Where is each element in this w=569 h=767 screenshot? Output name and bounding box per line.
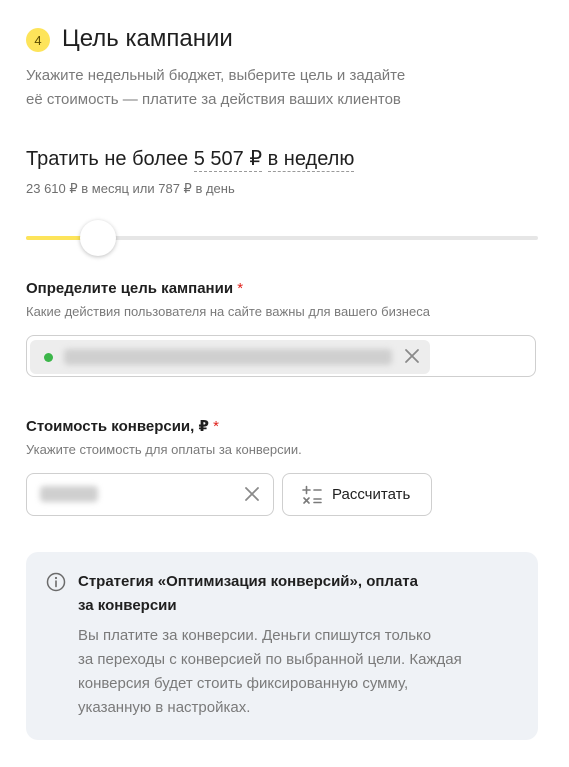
goal-status-dot [44,353,53,362]
budget-period[interactable]: в неделю [267,148,355,172]
calculate-button[interactable]: Рассчитать [282,473,432,516]
required-mark: * [237,280,244,297]
strategy-text-line-2: за переходы с конверсией по выбранной це… [78,651,462,668]
goal-label: Определите цель кампании * [26,280,243,297]
goal-label-text: Определите цель кампании [26,280,234,297]
subtitle-line-1: Укажите недельный бюджет, выберите цель … [26,67,406,84]
calculator-icon [302,485,322,504]
close-icon[interactable] [242,484,262,504]
weekly-budget: Тратить не более 5 507 ₽ в неделю [26,145,355,173]
budget-summary: 23 610 ₽ в месяц или 787 ₽ в день [26,181,235,196]
conversion-cost-value-redacted [40,486,98,502]
conversion-cost-label: Стоимость конверсии, ₽ * [26,417,219,435]
goal-name-redacted [64,349,392,365]
goal-hint: Какие действия пользователя на сайте важ… [26,304,430,319]
strategy-text-line-1: Вы платите за конверсии. Деньги спишутся… [78,627,432,644]
strategy-text-line-4: указанную в настройках. [78,699,251,716]
strategy-title-line-2: за конверсии [78,597,177,614]
strategy-description: Вы платите за конверсии. Деньги спишутся… [78,624,508,720]
strategy-title-line-1: Стратегия «Оптимизация конверсий», оплат… [78,573,418,590]
strategy-text-line-3: конверсия будет стоить фиксированную сум… [78,675,409,692]
conversion-cost-label-text: Стоимость конверсии, ₽ [26,418,209,435]
budget-slider-handle[interactable] [80,220,116,256]
step-number-badge: 4 [26,28,50,52]
section-subtitle: Укажите недельный бюджет, выберите цель … [26,64,466,112]
conversion-cost-hint: Укажите стоимость для оплаты за конверси… [26,442,302,457]
budget-amount[interactable]: 5 507 ₽ [193,148,263,172]
info-icon [46,572,66,597]
budget-prefix: Тратить не более [26,148,189,170]
subtitle-line-2: её стоимость — платите за действия ваших… [26,91,401,108]
calculate-button-label: Рассчитать [332,486,411,503]
strategy-title: Стратегия «Оптимизация конверсий», оплат… [78,570,458,618]
required-mark: * [213,418,219,435]
close-icon[interactable] [402,346,422,366]
section-title: Цель кампании [62,25,233,52]
